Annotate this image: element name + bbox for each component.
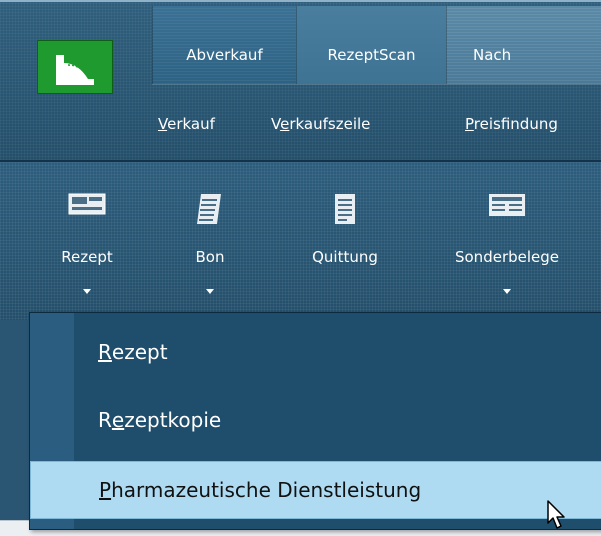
app-logo[interactable] (37, 40, 113, 94)
ribbon-header: Abverkauf RezeptScan Nach Verkauf Verkau… (0, 0, 601, 160)
dropdown-arrow-icon[interactable] (83, 289, 91, 294)
rezept-dropdown-menu: Rezept Re zeptkopie Pharmazeutische Diens… (29, 312, 601, 530)
dropdown-arrow-icon[interactable] (206, 289, 214, 294)
menu-item-rezept[interactable]: Rezept (30, 323, 601, 381)
special-doc-icon (489, 194, 525, 216)
tab-label: Abverkauf (186, 46, 263, 64)
document-icon (335, 194, 355, 224)
quittung-button[interactable]: Quittung (280, 162, 410, 312)
background-panel (0, 320, 30, 536)
tab-rezeptscan[interactable]: RezeptScan (296, 6, 446, 84)
rezept-icon (68, 193, 106, 215)
tab-label: Nach (473, 46, 512, 64)
logo-icon (38, 41, 112, 93)
bon-button[interactable]: Bon (145, 162, 275, 312)
sub-navigation: Verkauf Verkaufszeile Preisfindung (152, 84, 601, 151)
subnav-verkaufszeile[interactable]: Verkaufszeile (271, 115, 370, 133)
print-toolbar: Rezept Bon Quittung Sonderbelege (0, 160, 601, 322)
receipt-icon (197, 194, 221, 224)
tool-label: Bon (195, 248, 225, 266)
rezept-button[interactable]: Rezept (22, 162, 152, 312)
menu-item-rezeptkopie[interactable]: Re zeptkopie (30, 391, 601, 449)
subnav-verkauf[interactable]: Verkauf (158, 115, 215, 133)
main-tabs: Abverkauf RezeptScan Nach (152, 6, 601, 84)
menu-item-pharmazeutische-dienstleistung[interactable]: Pharmazeutische Dienstleistung (30, 461, 601, 519)
tool-label: Rezept (61, 248, 113, 266)
tool-label: Quittung (312, 248, 378, 266)
header-border (0, 0, 601, 2)
mouse-cursor-icon (547, 500, 565, 529)
sonderbelege-button[interactable]: Sonderbelege (442, 162, 572, 312)
tab-label: RezeptScan (327, 46, 416, 64)
app-window: Abverkauf RezeptScan Nach Verkauf Verkau… (0, 0, 601, 536)
dropdown-arrow-icon[interactable] (503, 289, 511, 294)
tab-nach[interactable]: Nach (446, 6, 601, 84)
subnav-preisfindung[interactable]: Preisfindung (465, 115, 558, 133)
tab-abverkauf[interactable]: Abverkauf (152, 6, 296, 84)
tool-label: Sonderbelege (454, 248, 560, 266)
